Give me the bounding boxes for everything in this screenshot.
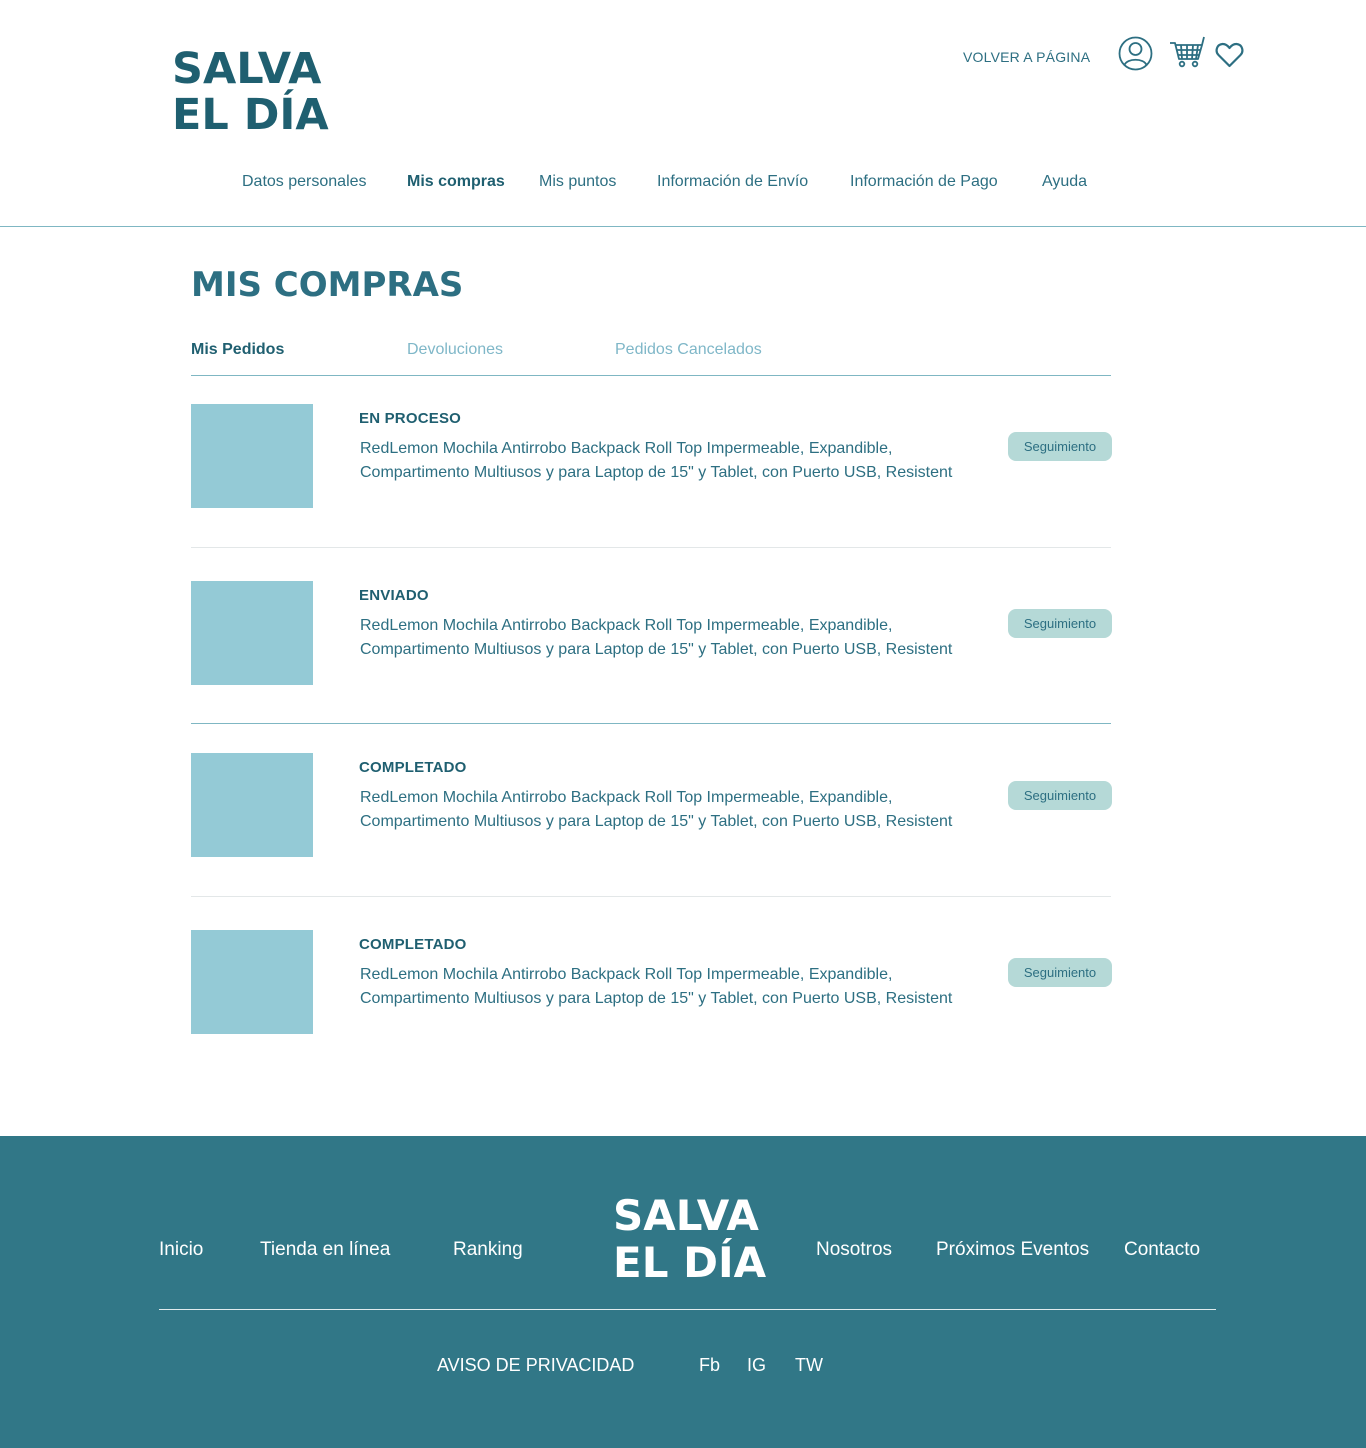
nav-item-ayuda[interactable]: Ayuda xyxy=(1042,173,1087,191)
privacy-link[interactable]: AVISO DE PRIVACIDAD xyxy=(437,1355,634,1376)
order-divider xyxy=(191,547,1111,548)
social-link-twitter[interactable]: TW xyxy=(795,1355,823,1376)
nav-item-mis-compras[interactable]: Mis compras xyxy=(407,173,505,191)
order-divider xyxy=(191,723,1111,724)
footer-link-proximos-eventos[interactable]: Próximos Eventos xyxy=(936,1239,1089,1261)
user-icon[interactable] xyxy=(1118,36,1153,76)
tracking-button[interactable]: Seguimiento xyxy=(1008,958,1112,987)
order-divider xyxy=(191,896,1111,897)
nav-item-informacion-pago[interactable]: Información de Pago xyxy=(850,173,998,191)
footer-link-inicio[interactable]: Inicio xyxy=(159,1239,203,1261)
tabs-divider xyxy=(191,375,1111,376)
footer-logo-line2: EL DÍA xyxy=(613,1238,767,1287)
footer-link-tienda[interactable]: Tienda en línea xyxy=(260,1239,390,1261)
heart-icon[interactable] xyxy=(1215,42,1244,73)
product-description-line2: Compartimento Multiusos y para Laptop de… xyxy=(360,813,953,830)
product-description-line2: Compartimento Multiusos y para Laptop de… xyxy=(360,464,953,481)
social-link-instagram[interactable]: IG xyxy=(747,1355,766,1376)
order-status: ENVIADO xyxy=(359,587,429,604)
product-description: RedLemon Mochila Antirrobo Backpack Roll… xyxy=(360,963,980,1011)
product-description: RedLemon Mochila Antirrobo Backpack Roll… xyxy=(360,437,980,485)
product-description: RedLemon Mochila Antirrobo Backpack Roll… xyxy=(360,786,980,834)
product-image[interactable] xyxy=(191,753,313,857)
header-divider xyxy=(0,226,1366,227)
product-image[interactable] xyxy=(191,404,313,508)
footer-logo[interactable]: SALVA EL DÍA xyxy=(613,1192,766,1286)
product-image[interactable] xyxy=(191,930,313,1034)
tracking-button[interactable]: Seguimiento xyxy=(1008,781,1112,810)
order-status: COMPLETADO xyxy=(359,936,467,953)
social-link-facebook[interactable]: Fb xyxy=(699,1355,720,1376)
account-nav: Datos personales Mis compras Mis puntos … xyxy=(0,173,1366,195)
product-image[interactable] xyxy=(191,581,313,685)
brand-logo-line1: SALVA xyxy=(172,44,322,94)
nav-item-mis-puntos[interactable]: Mis puntos xyxy=(539,173,616,191)
site-footer: Inicio Tienda en línea Ranking SALVA EL … xyxy=(0,1136,1366,1448)
footer-link-ranking[interactable]: Ranking xyxy=(453,1239,523,1261)
tracking-button[interactable]: Seguimiento xyxy=(1008,432,1112,461)
product-description-line1: RedLemon Mochila Antirrobo Backpack Roll… xyxy=(360,789,893,806)
order-status: COMPLETADO xyxy=(359,759,467,776)
product-description: RedLemon Mochila Antirrobo Backpack Roll… xyxy=(360,614,980,662)
brand-logo[interactable]: SALVA EL DÍA xyxy=(172,46,329,138)
back-to-page-link[interactable]: VOLVER A PÁGINA xyxy=(963,49,1090,65)
tab-devoluciones[interactable]: Devoluciones xyxy=(407,341,503,359)
product-description-line1: RedLemon Mochila Antirrobo Backpack Roll… xyxy=(360,617,893,634)
page-title: MIS COMPRAS xyxy=(191,265,464,305)
product-description-line2: Compartimento Multiusos y para Laptop de… xyxy=(360,641,953,658)
tracking-button[interactable]: Seguimiento xyxy=(1008,609,1112,638)
footer-logo-line1: SALVA xyxy=(613,1191,759,1240)
tab-pedidos-cancelados[interactable]: Pedidos Cancelados xyxy=(615,341,762,359)
nav-item-datos-personales[interactable]: Datos personales xyxy=(242,173,367,191)
product-description-line1: RedLemon Mochila Antirrobo Backpack Roll… xyxy=(360,440,893,457)
tab-mis-pedidos[interactable]: Mis Pedidos xyxy=(191,341,284,359)
order-status: EN PROCESO xyxy=(359,410,462,427)
product-description-line2: Compartimento Multiusos y para Laptop de… xyxy=(360,990,953,1007)
footer-divider xyxy=(159,1309,1216,1310)
footer-link-nosotros[interactable]: Nosotros xyxy=(816,1239,892,1261)
footer-link-contacto[interactable]: Contacto xyxy=(1124,1239,1200,1261)
cart-icon[interactable] xyxy=(1169,36,1206,73)
product-description-line1: RedLemon Mochila Antirrobo Backpack Roll… xyxy=(360,966,893,983)
nav-item-informacion-envio[interactable]: Información de Envío xyxy=(657,173,808,191)
brand-logo-line2: EL DÍA xyxy=(172,90,329,140)
